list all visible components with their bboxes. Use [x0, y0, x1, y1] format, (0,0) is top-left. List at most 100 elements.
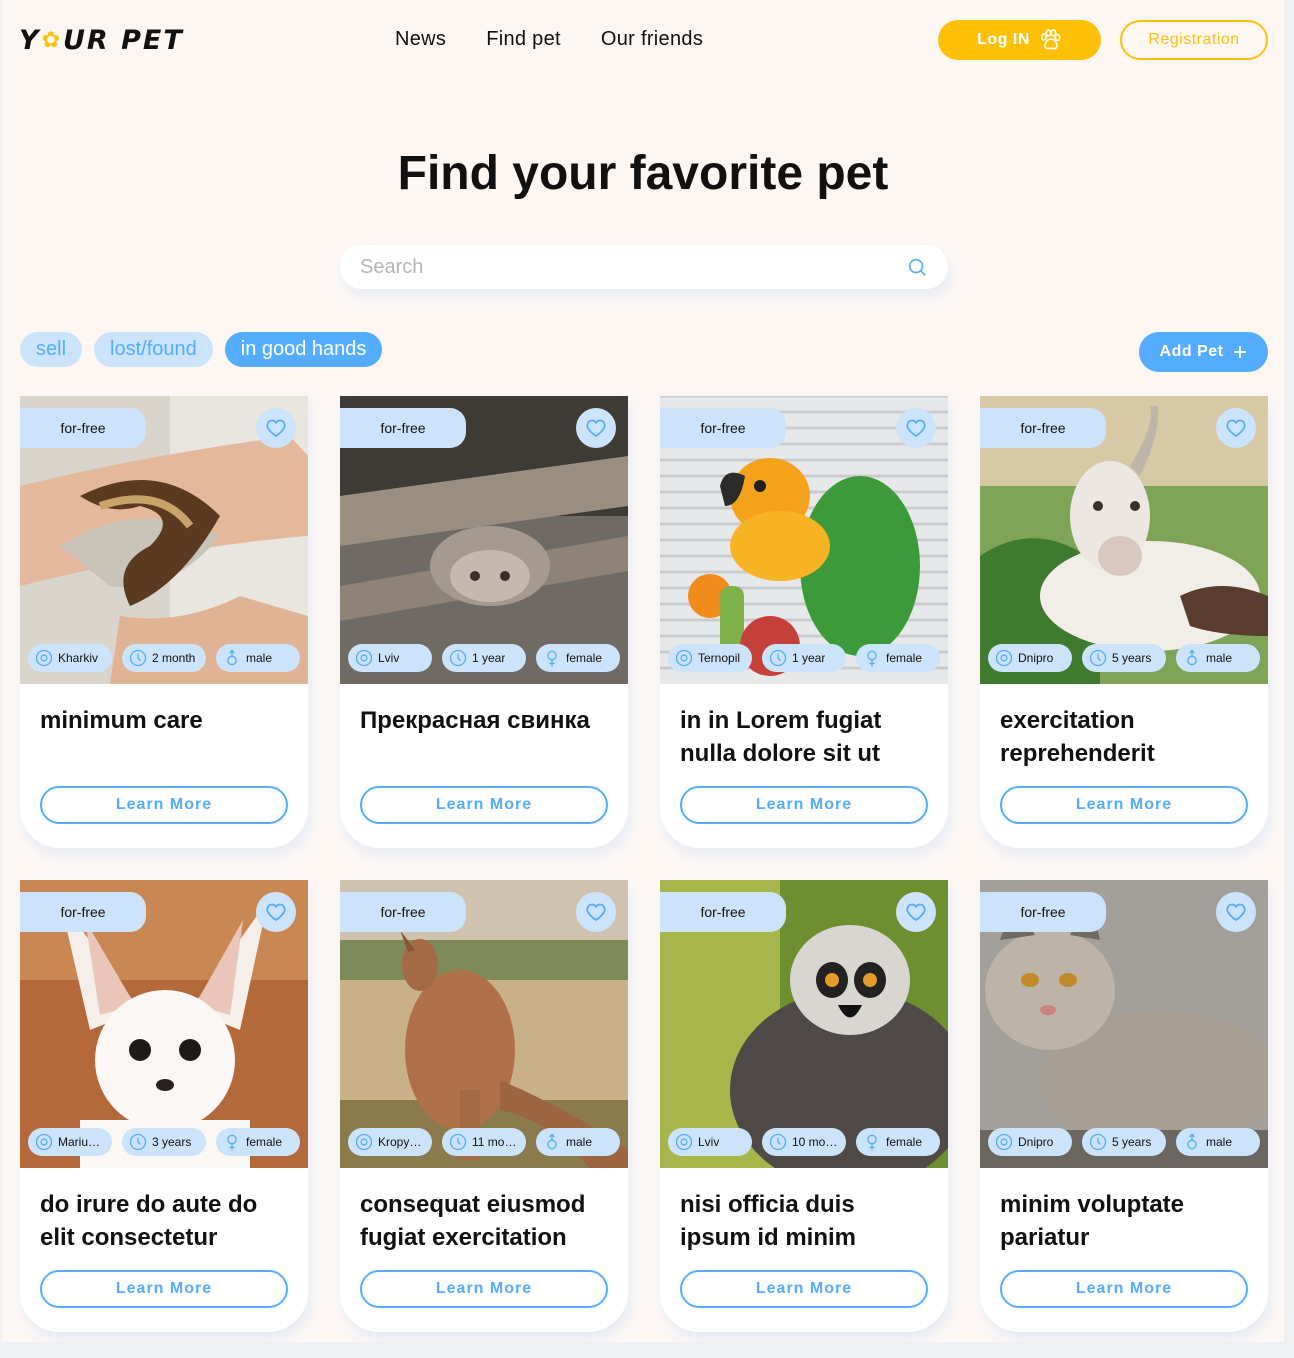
title-text: do irure do aute do elit consectetur [40, 1191, 258, 1251]
tag-text: for-free [60, 420, 106, 436]
female-icon [227, 1134, 237, 1151]
category-filters: sell lost/found in good hands [20, 332, 383, 367]
favorite-button[interactable] [256, 892, 296, 932]
filter-sell[interactable]: sell [20, 332, 83, 367]
clock-icon [449, 649, 467, 667]
registration-button[interactable]: Registration [1120, 20, 1268, 60]
clock-icon [1089, 649, 1107, 667]
title-text: minim voluptate pariatur [1000, 1191, 1185, 1251]
pet-card-7: for-free Lviv 10 mon… female nisi offici… [660, 880, 948, 1332]
male-icon [227, 649, 237, 666]
location-icon [995, 649, 1013, 667]
tag-text: for-free [700, 420, 746, 436]
location-icon [355, 649, 373, 667]
heart-icon [906, 903, 926, 922]
pet-title: do irure do aute do elit consectetur [40, 1188, 292, 1254]
learn-more-button[interactable]: Learn More [40, 786, 288, 824]
favorite-button[interactable] [1216, 408, 1256, 448]
location-text: Dnipro [1018, 1135, 1054, 1149]
pet-title: in in Lorem fugiat nulla dolore sit ut [680, 704, 932, 770]
male-icon [1187, 649, 1197, 666]
favorite-button[interactable] [896, 892, 936, 932]
favorite-button[interactable] [576, 408, 616, 448]
pet-photo[interactable]: for-free Kropyv… 11 mon… male [340, 880, 628, 1168]
button-text: Learn More [1075, 796, 1173, 813]
button-text: Learn More [755, 796, 853, 813]
heart-icon [266, 903, 286, 922]
age-pill: 10 mon… [762, 1128, 846, 1156]
button-text: Learn More [435, 796, 533, 813]
sex-pill: female [856, 1128, 940, 1156]
favorite-button[interactable] [576, 892, 616, 932]
category-tag: for-free [20, 892, 146, 932]
learn-more-button[interactable]: Learn More [1000, 786, 1248, 824]
title-text: consequat eiusmod fugiat exercitation [360, 1191, 586, 1251]
female-icon [867, 650, 877, 667]
age-text: 1 year [472, 651, 506, 665]
clock-icon [769, 1133, 787, 1151]
pet-grid: for-free Kharkiv 2 month male minimum ca… [20, 396, 1268, 1332]
button-text: Learn More [115, 796, 213, 813]
favorite-button[interactable] [256, 408, 296, 448]
location-text: Ternopil [698, 651, 741, 665]
age-pill: 5 years [1082, 1128, 1166, 1156]
pet-title: Прекрасная свинка [360, 704, 612, 770]
female-icon [547, 650, 557, 667]
plus-icon [1234, 346, 1247, 358]
nav-find-pet[interactable]: Find pet [486, 28, 561, 51]
location-pill: Dnipro [988, 1128, 1072, 1156]
sex-text: male [246, 651, 273, 665]
pet-photo[interactable]: for-free Lviv 1 year female [340, 396, 628, 684]
pet-photo[interactable]: for-free Lviv 10 mon… female [660, 880, 948, 1168]
learn-more-button[interactable]: Learn More [680, 1270, 928, 1308]
page: Y ✿ UR PET News Find pet Our friends Log I… [2, 0, 1284, 1342]
pet-photo[interactable]: for-free Ternopil 1 year female [660, 396, 948, 684]
pet-card-1: for-free Kharkiv 2 month male minimum ca… [20, 396, 308, 848]
sex-text: female [886, 1135, 923, 1149]
sex-pill: male [1176, 644, 1260, 672]
nav-news[interactable]: News [395, 28, 446, 51]
pet-photo[interactable]: for-free Kharkiv 2 month male [20, 396, 308, 684]
age-text: 5 years [1112, 1135, 1152, 1149]
search-input[interactable] [360, 255, 906, 279]
filter-in-good-hands[interactable]: in good hands [224, 332, 383, 367]
pet-title: consequat eiusmod fugiat exercitation [360, 1188, 612, 1254]
female-icon [867, 1134, 877, 1151]
sex-pill: male [216, 644, 300, 672]
search-icon[interactable] [906, 256, 928, 278]
add-pet-button[interactable]: Add Pet [1139, 332, 1268, 372]
location-pill: Ternopil [668, 644, 752, 672]
learn-more-button[interactable]: Learn More [680, 786, 928, 824]
nav-our-friends[interactable]: Our friends [601, 28, 703, 51]
tag-text: for-free [1020, 420, 1066, 436]
search-bar [340, 245, 948, 289]
location-text: Lviv [698, 1135, 720, 1149]
learn-more-button[interactable]: Learn More [360, 786, 608, 824]
location-pill: Lviv [668, 1128, 752, 1156]
logo-text-end: UR PET [63, 24, 184, 56]
button-text: Learn More [115, 1280, 213, 1297]
pet-photo[interactable]: for-free Dnipro 5 years male [980, 880, 1268, 1168]
title-text: exercitation reprehenderit [1000, 707, 1155, 767]
pet-meta: Mariup… 3 years female [28, 1128, 300, 1156]
sex-text: male [566, 1135, 593, 1149]
filter-lost-found[interactable]: lost/found [94, 332, 213, 367]
learn-more-button[interactable]: Learn More [360, 1270, 608, 1308]
learn-more-button[interactable]: Learn More [1000, 1270, 1248, 1308]
login-button[interactable]: Log IN [938, 20, 1101, 60]
logo[interactable]: Y ✿ UR PET [19, 24, 184, 56]
learn-more-button[interactable]: Learn More [40, 1270, 288, 1308]
location-pill: Mariup… [28, 1128, 112, 1156]
pet-title: nisi officia duis ipsum id minim [680, 1188, 932, 1254]
location-icon [355, 1133, 373, 1151]
favorite-button[interactable] [896, 408, 936, 448]
location-text: Lviv [378, 651, 400, 665]
pet-photo[interactable]: for-free Dnipro 5 years male [980, 396, 1268, 684]
pet-photo[interactable]: for-free Mariup… 3 years female [20, 880, 308, 1168]
location-icon [675, 1133, 693, 1151]
favorite-button[interactable] [1216, 892, 1256, 932]
clock-icon [769, 649, 787, 667]
location-pill: Kropyv… [348, 1128, 432, 1156]
heart-icon [906, 419, 926, 438]
pet-title: exercitation reprehenderit [1000, 704, 1252, 770]
